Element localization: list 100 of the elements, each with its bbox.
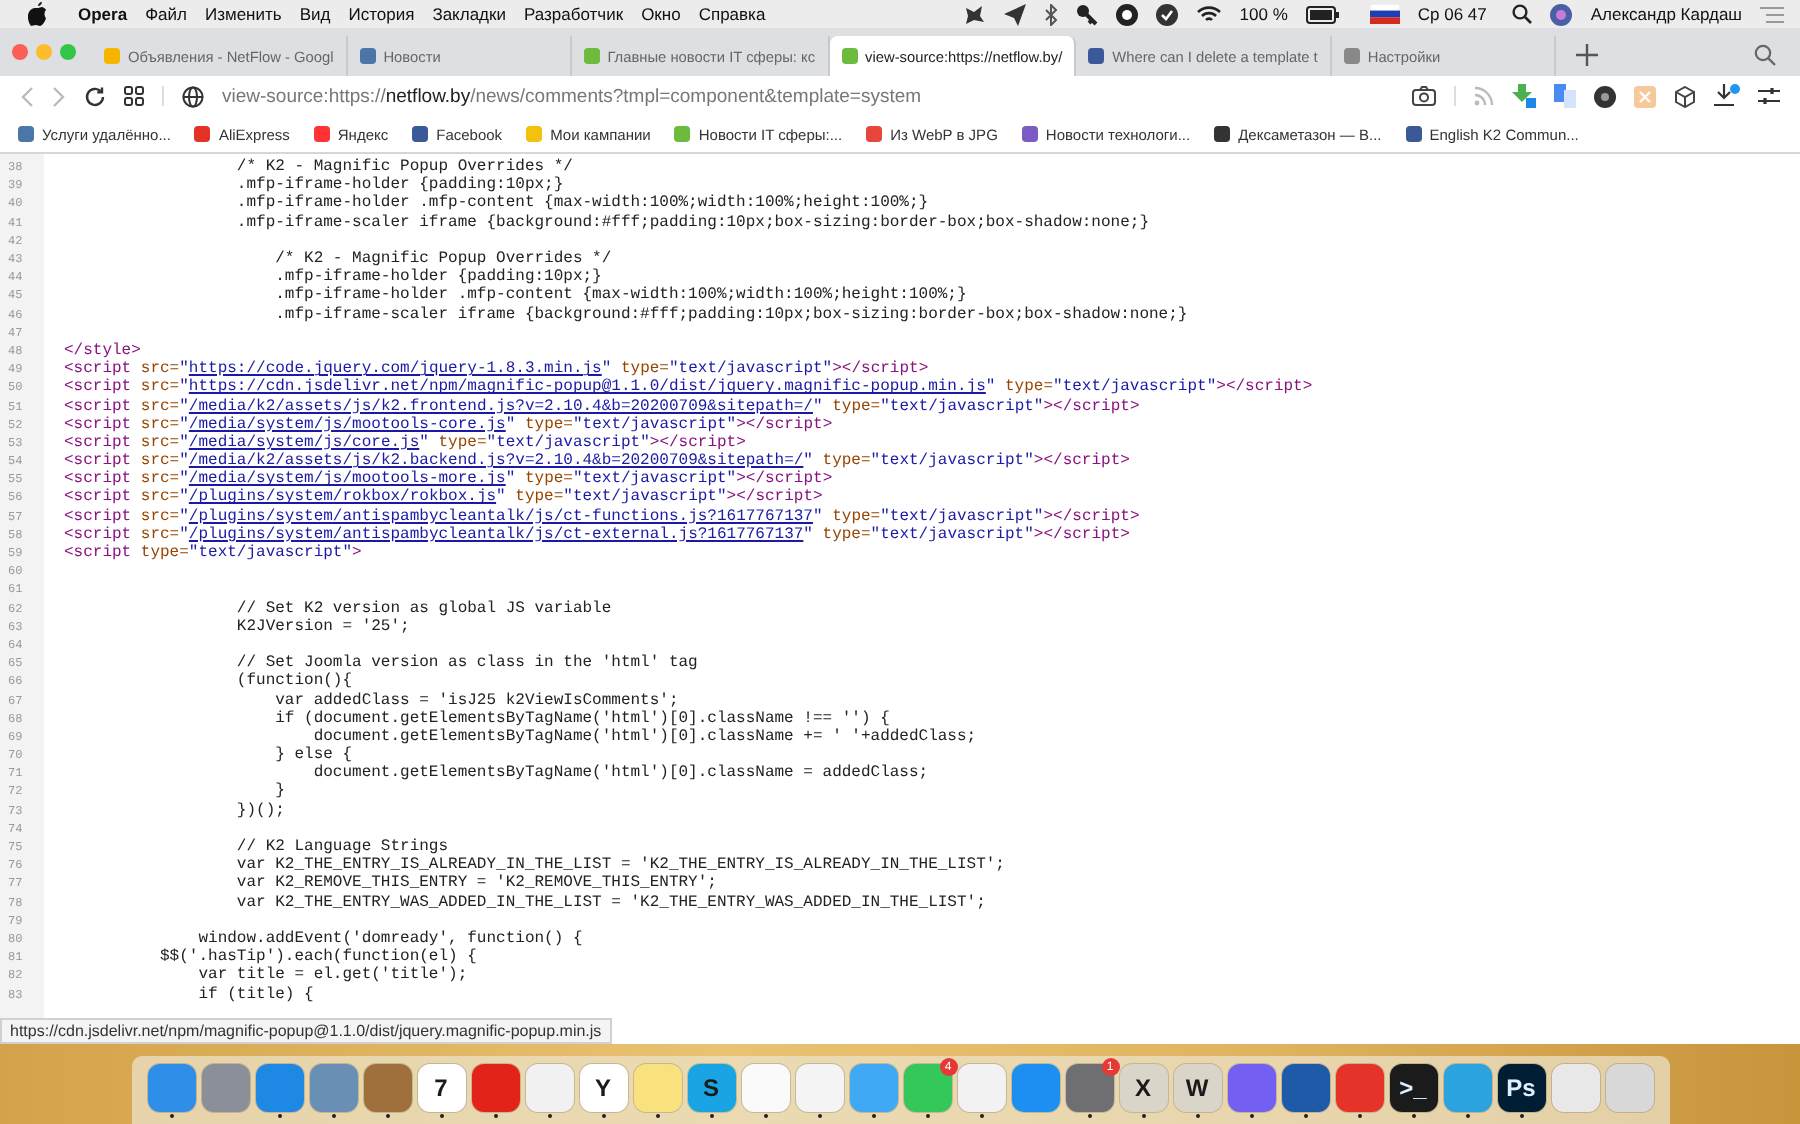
code-line: <script src="https://code.jquery.com/jquery-1.8.3.min.js" type="text/javascript"></script>: [64, 360, 929, 379]
menu-item[interactable]: Изменить: [204, 4, 282, 24]
code-line: if (document.getElementsByTagName('html')[0].className !== '') {: [273, 709, 890, 728]
code-line: .mfp-iframe-holder .mfp-content {max-width:100%;width:100%;height:100%;}: [273, 286, 967, 305]
code-line: </style>: [64, 341, 141, 360]
check-circle-icon[interactable]: [1155, 3, 1178, 25]
cube-icon[interactable]: [1674, 85, 1696, 107]
download-arrow-icon[interactable]: [1512, 84, 1536, 108]
app-icon[interactable]: Y: [579, 1064, 627, 1112]
code-line: <script src="/media/system/js/mootools-core.js" type="text/javascript"></script>: [64, 415, 833, 434]
new-tab-icon[interactable]: [1575, 44, 1598, 66]
app-icon[interactable]: [1227, 1064, 1275, 1112]
code-link[interactable]: /media/system/js/mootools-core.js: [188, 415, 506, 434]
app-icon[interactable]: 7: [417, 1064, 465, 1112]
app-icon[interactable]: >_: [1389, 1064, 1437, 1112]
menu-item[interactable]: Окно: [641, 4, 681, 24]
app-icon[interactable]: [255, 1064, 303, 1112]
code-link[interactable]: /media/k2/assets/js/k2.backend.js?v=2.10.4&b=20200709&sitepath=/: [188, 452, 804, 471]
app-icon[interactable]: [1011, 1064, 1059, 1112]
code-line: }: [273, 782, 285, 801]
code-line: /* K2 - Magnific Popup Overrides */: [273, 250, 612, 269]
list-icon[interactable]: [1760, 5, 1784, 23]
app-icon[interactable]: [147, 1064, 195, 1112]
globe-icon[interactable]: [182, 85, 204, 107]
code-line: <script src="/plugins/system/antispambycleantalk/js/ct-functions.js?1617767137" type="text/javascript"></script>: [64, 507, 1140, 526]
download-icon[interactable]: [1714, 84, 1740, 108]
bluetooth-icon[interactable]: [1043, 3, 1058, 25]
app-icon[interactable]: [1065, 1064, 1113, 1112]
code-line: <script src="/media/k2/assets/js/k2.backend.js?v=2.10.4&b=20200709&sitepath=/" type="text/javascript"></script>: [64, 452, 1130, 471]
app-icon[interactable]: Ps: [1497, 1064, 1545, 1112]
battery-percent: 100 %: [1239, 4, 1288, 24]
code-line: var addedClass = 'isJ25 k2ViewIsComments';: [273, 691, 679, 710]
code-link[interactable]: https://code.jquery.com/jquery-1.8.3.min.js: [188, 360, 602, 379]
code-link[interactable]: /plugins/system/antispambycleantalk/js/ct-external.js?1617767137: [188, 525, 804, 544]
reload-icon[interactable]: [84, 85, 106, 107]
app-icon[interactable]: [1281, 1064, 1329, 1112]
apple-icon[interactable]: [28, 2, 48, 26]
menu-item[interactable]: Справка: [698, 4, 766, 24]
code-link[interactable]: /media/k2/assets/js/k2.frontend.js?v=2.10.4&b=20200709&sitepath=/: [188, 397, 813, 416]
code-line: <script type="text/javascript">: [64, 544, 362, 563]
code-line: /* K2 - Magnific Popup Overrides */: [234, 158, 573, 177]
search-icon[interactable]: [1512, 4, 1533, 24]
code-line: var K2_THE_ENTRY_IS_ALREADY_IN_THE_LIST = 'K2_THE_ENTRY_IS_ALREADY_IN_THE_LIST';: [234, 856, 1005, 875]
app-icon[interactable]: S: [687, 1064, 735, 1112]
code-link[interactable]: /plugins/system/rokbox/rokbox.js: [188, 488, 497, 507]
code-line: K2JVersion = '25';: [234, 617, 410, 636]
address-field[interactable]: view-source:https://netflow.by/news/comments?tmpl=component&template=system: [222, 85, 922, 107]
code-line: } else {: [273, 746, 353, 765]
code-link[interactable]: /media/system/js/core.js: [188, 433, 420, 452]
code-line: // K2 Language Strings: [234, 838, 449, 857]
code-line: if (title) {: [196, 985, 314, 1004]
code-line: <script src="/media/system/js/mootools-more.js" type="text/javascript"></script>: [64, 470, 833, 489]
app-icon[interactable]: [309, 1064, 357, 1112]
translate-icon[interactable]: [1554, 84, 1576, 108]
user-name[interactable]: Александр Кардаш: [1590, 4, 1742, 24]
code-line: <script src="/plugins/system/rokbox/rokbox.js" type="text/javascript"></script>: [64, 488, 823, 507]
circle-logo-icon[interactable]: [1594, 85, 1616, 107]
settings-sliders-icon[interactable]: [1758, 86, 1780, 106]
camera-icon[interactable]: [1412, 86, 1436, 106]
app-icon[interactable]: [201, 1064, 249, 1112]
app-icon[interactable]: W: [1173, 1064, 1221, 1112]
code-line: <script src="https://cdn.jsdelivr.net/npm/magnific-popup@1.1.0/dist/jquery.magnific-popup.min.js" type="text/javascript"></script>: [64, 378, 1313, 397]
wifi-icon[interactable]: [1195, 4, 1222, 24]
code-link[interactable]: /media/system/js/mootools-more.js: [188, 470, 506, 489]
clock[interactable]: Ср 06 47: [1417, 4, 1487, 24]
forward-icon[interactable]: [52, 85, 66, 107]
app-icon[interactable]: [1443, 1064, 1491, 1112]
avatar-icon[interactable]: [1550, 3, 1573, 25]
grid-icon[interactable]: [124, 86, 144, 106]
code-link[interactable]: https://cdn.jsdelivr.net/npm/magnific-popup@1.1.0/dist/jquery.magnific-popup.min.js: [188, 378, 986, 397]
code-line: .mfp-iframe-scaler iframe {background:#fff;padding:10px;box-sizing:border-box;box-shadow:none;}: [234, 213, 1149, 232]
close-window-button[interactable]: [12, 44, 28, 60]
app-icon[interactable]: [363, 1064, 411, 1112]
menu-item[interactable]: История: [348, 4, 415, 24]
code-line: document.getElementsByTagName('html')[0].className = addedClass;: [311, 764, 929, 783]
flag-icon[interactable]: [1369, 4, 1400, 24]
menu-item[interactable]: Разработчик: [523, 4, 624, 24]
app-icon[interactable]: X: [1119, 1064, 1167, 1112]
menu-item[interactable]: Файл: [145, 4, 187, 24]
app-icon[interactable]: [903, 1064, 951, 1112]
battery-icon[interactable]: [1305, 5, 1340, 23]
app-icon[interactable]: [1335, 1064, 1383, 1112]
app-icon[interactable]: [471, 1064, 519, 1112]
menu-item[interactable]: Вид: [299, 4, 331, 24]
menu-item[interactable]: Закладки: [432, 4, 506, 24]
code-line: var title = el.get('title');: [196, 966, 468, 985]
code-line: // Set K2 version as global JS variable: [234, 599, 612, 618]
zoom-window-button[interactable]: [60, 44, 76, 60]
app-menu[interactable]: Opera: [78, 4, 128, 24]
code-line: .mfp-iframe-holder .mfp-content {max-width:100%;width:100%;height:100%;}: [234, 194, 929, 213]
code-line: var K2_REMOVE_THIS_ENTRY = 'K2_REMOVE_THIS_ENTRY';: [234, 874, 717, 893]
code-line: <script src="/media/system/js/core.js" type="text/javascript"></script>: [64, 433, 746, 452]
rss-icon[interactable]: [1474, 86, 1494, 106]
code-line: <script src="/media/k2/assets/js/k2.frontend.js?v=2.10.4&b=20200709&sitepath=/" type="text/javascript"></script>: [64, 397, 1140, 416]
key-icon[interactable]: [1075, 3, 1098, 25]
code-line: window.addEvent('domready', function() {: [196, 929, 583, 948]
code-link[interactable]: /plugins/system/antispambycleantalk/js/ct-functions.js?1617767137: [188, 507, 813, 526]
code-line: .mfp-iframe-holder {padding:10px;}: [273, 268, 602, 287]
code-line: // Set Joomla version as class in the 'html' tag: [234, 654, 698, 673]
back-icon[interactable]: [20, 85, 34, 107]
